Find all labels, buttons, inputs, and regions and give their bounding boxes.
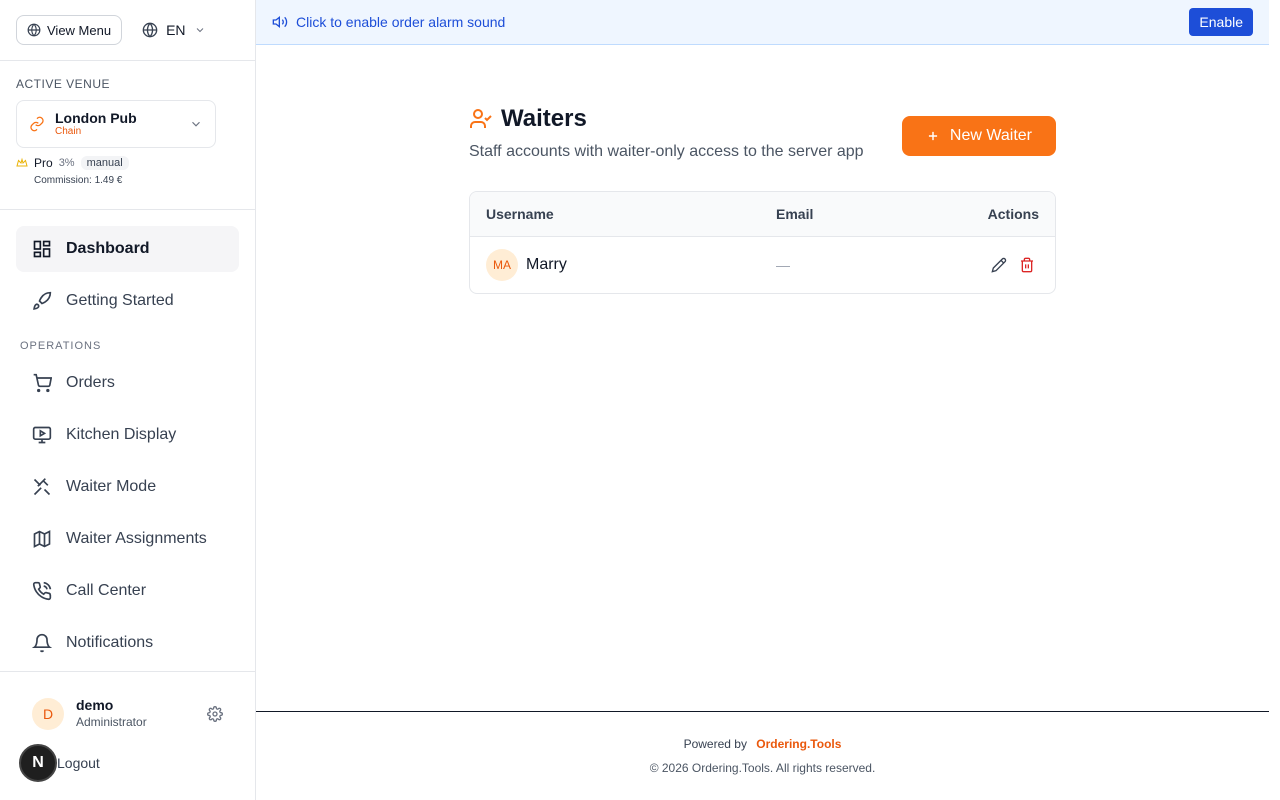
username-cell: MA Marry — [470, 249, 776, 281]
language-selector[interactable]: EN — [142, 22, 205, 38]
page-title: Waiters — [501, 105, 587, 132]
sidebar: View Menu EN ACTIVE VENUE London Pub Cha… — [0, 0, 256, 800]
sidebar-item-waiter-assignments[interactable]: Waiter Assignments — [16, 516, 239, 562]
venue-name: London Pub — [55, 110, 137, 126]
logout-label: Logout — [57, 755, 100, 771]
sidebar-item-label: Dashboard — [66, 240, 150, 257]
view-menu-label: View Menu — [47, 22, 112, 38]
nav-section-operations: OPERATIONS — [20, 340, 102, 352]
sidebar-item-orders[interactable]: Orders — [16, 360, 239, 406]
sidebar-item-dashboard[interactable]: Dashboard — [16, 226, 239, 272]
column-header-actions: Actions — [987, 206, 1039, 222]
avatar: D — [32, 697, 64, 730]
email-cell: — — [776, 257, 790, 273]
sidebar-item-kitchen-display[interactable]: Kitchen Display — [16, 412, 239, 458]
user-check-icon — [470, 109, 492, 128]
powered-by: Powered by Ordering.Tools — [256, 737, 1269, 751]
waiters-table: Username Email Actions MA Marry — — [469, 191, 1056, 294]
user-role: Administrator — [76, 715, 147, 729]
column-header-email: Email — [776, 206, 814, 222]
globe-icon — [142, 22, 158, 38]
sidebar-item-waiter-mode[interactable]: Waiter Mode — [16, 464, 239, 510]
table-header: Username Email Actions — [470, 192, 1055, 237]
sidebar-item-label: Notifications — [66, 634, 154, 651]
sidebar-item-label: Waiter Mode — [66, 478, 157, 495]
map-icon — [33, 530, 51, 548]
avatar: MA — [486, 249, 518, 281]
chevron-down-icon — [196, 28, 203, 33]
rocket-icon — [33, 291, 52, 310]
column-header-username: Username — [486, 206, 554, 222]
plan-percentage: 3% — [58, 157, 75, 169]
view-menu-button[interactable]: View Menu — [16, 15, 123, 45]
sidebar-item-label: Kitchen Display — [66, 426, 177, 443]
sidebar-item-notifications[interactable]: Notifications — [16, 620, 239, 666]
commission-text: Commission: 1.49 € — [34, 175, 123, 186]
venue-selector[interactable]: London Pub Chain — [16, 100, 216, 148]
venue-section: ACTIVE VENUE London Pub Chain Pro 3% man… — [0, 61, 255, 210]
brand-link[interactable]: Ordering.Tools — [756, 737, 841, 751]
powered-by-label: Powered by — [683, 737, 747, 751]
utensils-crossed-icon — [33, 478, 51, 496]
language-label: EN — [166, 22, 186, 38]
globe-icon — [27, 23, 41, 37]
copyright: © 2026 Ordering.Tools. All rights reserv… — [649, 761, 876, 775]
plan-row: Pro 3% manual — [16, 156, 239, 170]
user-profile: D demo Administrator — [0, 672, 255, 730]
sidebar-item-label: Orders — [66, 374, 115, 391]
actions-cell — [936, 257, 1055, 273]
sidebar-nav: Dashboard Getting Started OPERATIONS Ord… — [0, 210, 255, 666]
plus-icon — [928, 131, 937, 141]
edit-pencil-icon[interactable] — [991, 257, 1007, 273]
username-text: Marry — [526, 256, 567, 273]
link-icon — [30, 116, 44, 132]
main-content: Waiters Staff accounts with waiter-only … — [469, 100, 1056, 294]
table-row: MA Marry — — [470, 237, 1055, 293]
next-badge[interactable]: N — [19, 744, 57, 782]
gear-icon[interactable] — [207, 706, 223, 722]
page-header: Waiters Staff accounts with waiter-only … — [469, 105, 1056, 191]
banner-text: Click to enable order alarm sound — [296, 14, 506, 30]
cart-icon — [33, 373, 52, 393]
sidebar-item-label: Call Center — [66, 582, 147, 599]
alarm-banner[interactable]: Click to enable order alarm sound Enable — [256, 0, 1269, 45]
logout-button[interactable]: N Logout — [0, 744, 255, 782]
crown-icon — [16, 157, 28, 167]
footer: Powered by Ordering.Tools © 2026 Orderin… — [256, 711, 1269, 800]
sidebar-item-call-center[interactable]: Call Center — [16, 568, 239, 614]
enable-sound-button[interactable]: Enable — [1189, 8, 1253, 36]
sidebar-item-label: Waiter Assignments — [66, 530, 207, 547]
bell-icon — [32, 633, 52, 653]
user-area: D demo Administrator N Logout — [0, 671, 255, 800]
sidebar-topbar: View Menu EN — [0, 0, 255, 61]
sidebar-item-label: Getting Started — [66, 292, 174, 309]
speaker-icon — [272, 15, 288, 29]
plan-mode-badge: manual — [80, 156, 129, 170]
plan-name: Pro — [34, 156, 53, 170]
dashboard-icon — [33, 240, 51, 258]
sidebar-item-getting-started[interactable]: Getting Started — [16, 278, 239, 324]
new-waiter-button[interactable]: New Waiter — [901, 116, 1056, 156]
trash-icon[interactable] — [1019, 257, 1035, 273]
new-waiter-label: New Waiter — [949, 127, 1032, 144]
venue-type: Chain — [55, 126, 82, 137]
monitor-play-icon — [32, 426, 52, 444]
venue-section-label: ACTIVE VENUE — [16, 77, 111, 91]
chevron-down-icon — [192, 121, 200, 127]
user-name: demo — [76, 697, 114, 713]
phone-call-icon — [32, 581, 52, 601]
